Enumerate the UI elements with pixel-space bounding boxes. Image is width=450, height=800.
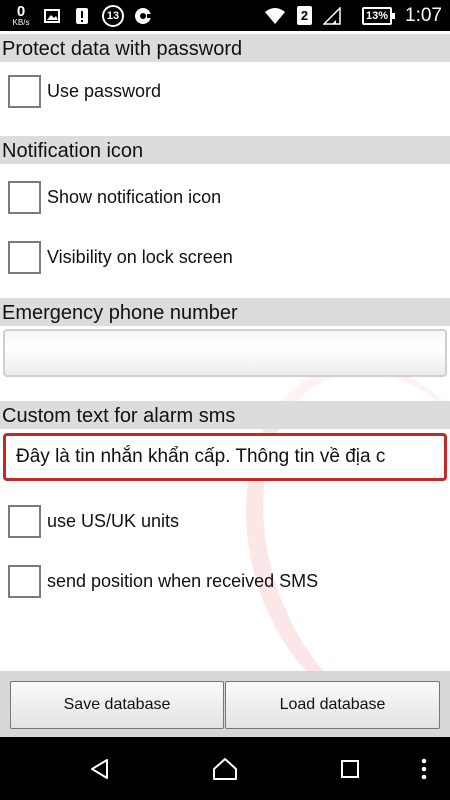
send-position-checkbox[interactable] <box>8 564 41 598</box>
emergency-phone-input[interactable] <box>3 329 447 377</box>
section-header-password: Protect data with password <box>0 34 450 62</box>
show-notification-label: Show notification icon <box>47 186 222 207</box>
notification-count: 13 <box>106 9 120 22</box>
navigation-bar <box>0 737 450 800</box>
clock: 1:07 <box>405 4 442 26</box>
show-notification-row[interactable]: Show notification icon <box>0 172 450 222</box>
network-speed-unit: KB/s <box>12 18 30 27</box>
image-notification-icon <box>42 0 62 31</box>
battery-level: 13% <box>361 6 396 25</box>
alarm-sms-text-input[interactable]: Đây là tin nhắn khẩn cấp. Thông tin về đ… <box>3 433 447 481</box>
alert-notification-icon <box>72 0 92 31</box>
back-icon[interactable] <box>70 737 130 800</box>
section-header-custom-text: Custom text for alarm sms <box>0 401 450 429</box>
battery-indicator: 13% <box>361 0 396 31</box>
lock-screen-row[interactable]: Visibility on lock screen <box>0 232 450 282</box>
sim-slot-indicator: 2 <box>297 0 312 31</box>
settings-panel: Protect data with password Use password … <box>0 31 450 671</box>
signal-strength-icon <box>322 0 342 31</box>
use-password-checkbox[interactable] <box>8 74 41 108</box>
database-button-bar: Save database Load database <box>0 671 450 737</box>
status-bar: 0 KB/s 13 2 13% 1:07 <box>0 0 450 31</box>
send-position-label: send position when received SMS <box>47 570 319 591</box>
section-header-notification: Notification icon <box>0 136 450 164</box>
lock-screen-checkbox[interactable] <box>8 240 41 274</box>
network-speed-value: 0 <box>16 3 26 20</box>
show-notification-checkbox[interactable] <box>8 180 41 214</box>
overflow-menu-icon[interactable] <box>398 737 450 800</box>
use-password-label: Use password <box>47 80 162 101</box>
units-label: use US/UK units <box>47 510 180 531</box>
recents-icon[interactable] <box>320 737 380 800</box>
notification-count-icon: 13 <box>100 0 126 31</box>
media-notification-icon <box>132 0 154 31</box>
units-checkbox[interactable] <box>8 504 41 538</box>
home-icon[interactable] <box>195 737 255 800</box>
network-speed: 0 KB/s <box>6 0 36 31</box>
section-header-emergency: Emergency phone number <box>0 298 450 326</box>
save-database-button[interactable]: Save database <box>10 681 224 729</box>
units-row[interactable]: use US/UK units <box>0 496 450 546</box>
sim-slot-number: 2 <box>297 6 312 25</box>
use-password-row[interactable]: Use password <box>0 66 450 116</box>
wifi-icon <box>262 0 288 31</box>
load-database-button[interactable]: Load database <box>225 681 440 729</box>
send-position-row[interactable]: send position when received SMS <box>0 556 450 606</box>
lock-screen-label: Visibility on lock screen <box>47 246 233 267</box>
